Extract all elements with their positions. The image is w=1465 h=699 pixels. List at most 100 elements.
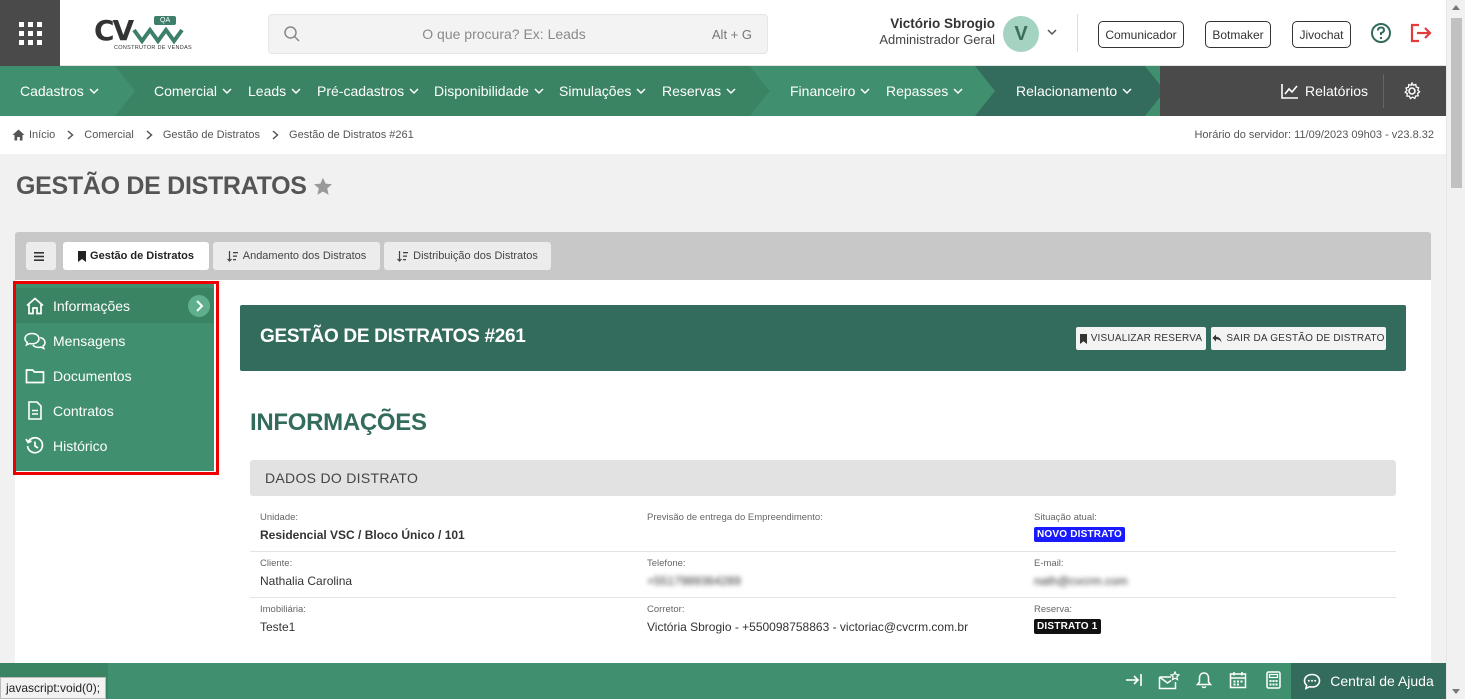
- button-label: SAIR DA GESTÃO DE DISTRATO: [1226, 333, 1385, 344]
- field-telefone: Telefone: +5517989364289: [647, 558, 741, 588]
- nav-label: Disponibilidade: [434, 83, 529, 99]
- help-icon[interactable]: [1370, 22, 1392, 44]
- chevron-down-icon[interactable]: [1046, 26, 1058, 38]
- logo-wave-icon: [132, 26, 184, 44]
- scroll-up-arrow[interactable]: [1452, 5, 1460, 10]
- user-info[interactable]: Victório Sbrogio Administrador Geral: [860, 16, 995, 47]
- chevron-down-icon: [534, 88, 544, 95]
- chevron-down-icon: [726, 88, 736, 95]
- breadcrumb-bar: Início Comercial Gestão de Distratos Ges…: [0, 116, 1446, 154]
- sort-icon: [397, 250, 409, 262]
- botmaker-button[interactable]: Botmaker: [1205, 21, 1271, 48]
- table-row: Cliente: Nathalia Carolina Telefone: +55…: [250, 552, 1396, 598]
- calendar-icon[interactable]: [1229, 671, 1247, 689]
- field-unidade: Unidade: Residencial VSC / Bloco Único /…: [260, 512, 465, 542]
- nav-leads[interactable]: Leads: [248, 66, 301, 116]
- logout-icon[interactable]: [1409, 22, 1433, 44]
- mail-star-icon[interactable]: [1158, 671, 1180, 690]
- tab-label: Distribuição dos Distratos: [413, 250, 538, 262]
- field-label: Corretor:: [647, 604, 685, 615]
- logo[interactable]: CV QA CONSTRUTOR DE VENDAS: [92, 14, 192, 56]
- field-label: Unidade:: [260, 512, 299, 523]
- chevron-down-icon: [953, 88, 963, 95]
- nav-cadastros[interactable]: Cadastros: [20, 66, 99, 116]
- chevron-down-icon: [409, 88, 419, 95]
- reservation-badge[interactable]: DISTRATO 1: [1034, 619, 1101, 634]
- field-value: Victória Sbrogio - +550098758863 - victo…: [647, 620, 969, 634]
- star-icon[interactable]: [313, 177, 333, 196]
- avatar[interactable]: V: [1003, 16, 1039, 52]
- tab-andamento-distratos[interactable]: Andamento dos Distratos: [213, 242, 380, 270]
- highlight-outline: [13, 281, 219, 475]
- comunicador-button[interactable]: Comunicador: [1098, 21, 1184, 48]
- tab-gestao-distratos[interactable]: Gestão de Distratos: [63, 242, 209, 270]
- nav-label: Reservas: [662, 83, 722, 99]
- menu-toggle-button[interactable]: [26, 242, 56, 270]
- logo-badge: QA: [154, 16, 177, 25]
- gear-icon[interactable]: [1403, 82, 1421, 100]
- jivochat-button[interactable]: Jivochat: [1292, 21, 1351, 48]
- search-icon: [284, 26, 300, 42]
- view-reservation-button[interactable]: VISUALIZAR RESERVA: [1076, 327, 1206, 350]
- scroll-thumb[interactable]: [1451, 18, 1462, 188]
- scroll-down-arrow[interactable]: [1452, 689, 1460, 694]
- exit-distrato-button[interactable]: SAIR DA GESTÃO DE DISTRATO: [1211, 327, 1386, 350]
- breadcrumb-comercial[interactable]: Comercial: [84, 129, 134, 141]
- chevron-right-icon: [272, 130, 279, 140]
- logo-text: CV: [94, 14, 134, 47]
- chart-line-icon: [1281, 84, 1298, 99]
- home-icon: [12, 129, 25, 141]
- nav-relatorios[interactable]: Relatórios: [1281, 66, 1368, 116]
- calculator-icon[interactable]: [1266, 671, 1281, 689]
- field-value: +5517989364289: [647, 574, 741, 588]
- field-imobiliaria: Imobiliária: Teste1: [260, 604, 306, 634]
- nav-label: Leads: [248, 83, 287, 99]
- nav-financeiro[interactable]: Financeiro: [790, 66, 870, 116]
- nav-repasses[interactable]: Repasses: [886, 66, 963, 116]
- help-center-label: Central de Ajuda: [1330, 673, 1434, 689]
- help-center-button[interactable]: Central de Ajuda: [1291, 663, 1446, 699]
- record-banner: GESTÃO DE DISTRATOS #261 VISUALIZAR RESE…: [240, 305, 1406, 371]
- nav-disponibilidade[interactable]: Disponibilidade: [434, 66, 544, 116]
- nav-label: Repasses: [886, 83, 949, 99]
- nav-label: Comercial: [154, 83, 218, 99]
- chevron-down-icon: [89, 88, 99, 95]
- bell-icon[interactable]: [1196, 671, 1212, 689]
- footer-bar: Central de Ajuda: [0, 663, 1446, 699]
- table-row: Imobiliária: Teste1 Corretor: Victória S…: [250, 598, 1396, 644]
- field-value: Nathalia Carolina: [260, 574, 353, 588]
- tab-label: Gestão de Distratos: [90, 250, 194, 262]
- chevron-down-icon: [1122, 88, 1132, 95]
- user-role: Administrador Geral: [879, 32, 995, 47]
- breadcrumb-current: Gestão de Distratos #261: [289, 129, 414, 141]
- nav-simulacoes[interactable]: Simulações: [559, 66, 646, 116]
- nav-relacionamento[interactable]: Relacionamento: [1016, 66, 1132, 116]
- chevron-right-icon: [67, 130, 74, 140]
- field-cliente: Cliente: Nathalia Carolina: [260, 558, 352, 588]
- bookmark-icon: [78, 250, 87, 262]
- nav-reservas[interactable]: Reservas: [662, 66, 736, 116]
- chevron-down-icon: [636, 88, 646, 95]
- field-label: Cliente:: [260, 558, 293, 569]
- nav-label: Relacionamento: [1016, 83, 1118, 99]
- grid-icon: [18, 21, 42, 45]
- chevron-down-icon: [291, 88, 301, 95]
- button-label: VISUALIZAR RESERVA: [1090, 333, 1203, 344]
- hamburger-icon: [34, 251, 44, 261]
- chevron-down-icon: [860, 88, 870, 95]
- search-input[interactable]: [309, 15, 699, 53]
- apps-menu-button[interactable]: [0, 0, 60, 66]
- field-corretor: Corretor: Victória Sbrogio - +5500987588…: [647, 604, 968, 634]
- tabs-bar: Gestão de Distratos Andamento dos Distra…: [15, 232, 1431, 280]
- arrow-to-right-icon[interactable]: [1125, 671, 1143, 689]
- page-title-row: GESTÃO DE DISTRATOS: [16, 172, 333, 201]
- breadcrumb-gestao[interactable]: Gestão de Distratos: [163, 129, 260, 141]
- field-reserva: Reserva: DISTRATO 1: [1034, 604, 1101, 634]
- field-value: nath@cvcrm.com: [1034, 574, 1128, 588]
- tab-distribuicao-distratos[interactable]: Distribuição dos Distratos: [384, 242, 551, 270]
- nav-comercial[interactable]: Comercial: [154, 66, 232, 116]
- breadcrumb-inicio[interactable]: Início: [29, 129, 55, 141]
- nav-pre-cadastros[interactable]: Pré-cadastros: [317, 66, 419, 116]
- field-value: Residencial VSC / Bloco Único / 101: [260, 528, 465, 542]
- vertical-scrollbar[interactable]: [1446, 0, 1465, 699]
